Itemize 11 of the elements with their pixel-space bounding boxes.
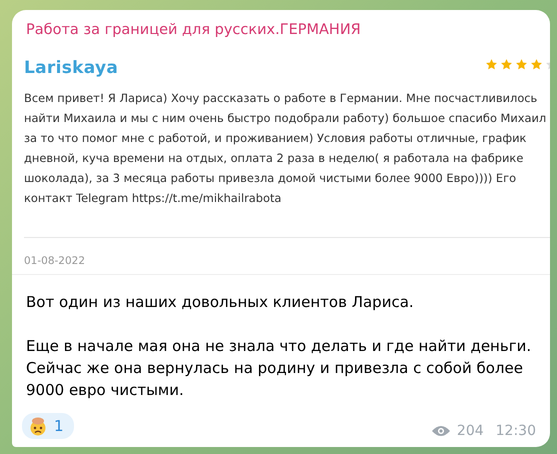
view-count: 204 [456,423,484,439]
emoji-icon [28,416,48,436]
review-date: 01-08-2022 [24,255,86,267]
eye-icon [430,425,451,437]
review-text: Всем привет! Я Лариса) Хочу рассказать о работе в Германии. Мне посчастливилось найти Михаила и мы с ним очень быстро подобрали работу) большое спасибо Михаил за то что помог мне с работой, и проживанием) Условия работы отличные, график дневной, куча времени на отдых, оплата 2 раза в неделю( я работала на фабрике шоколада), за 3 месяца работы привезла домой чистыми более 9000 Евро)))) Его контакт Telegram https://t.me/mikhailrabota [24,90,548,207]
review-author: Lariskaya [24,58,118,78]
message-text: Вот один из наших довольных клиентов Лариса. [26,292,415,313]
message-text: Еще в начале мая она не знала что делать и где найти деньги. Сейчас же она вернулась на родину и привезла с собой более 9000 евро чистыми. [26,336,532,401]
reaction-chip[interactable]: 1 [22,413,74,439]
message-time: 12:30 [496,423,536,439]
channel-name[interactable]: Работа за границей для русских.ГЕРМАНИЯ [12,10,550,44]
